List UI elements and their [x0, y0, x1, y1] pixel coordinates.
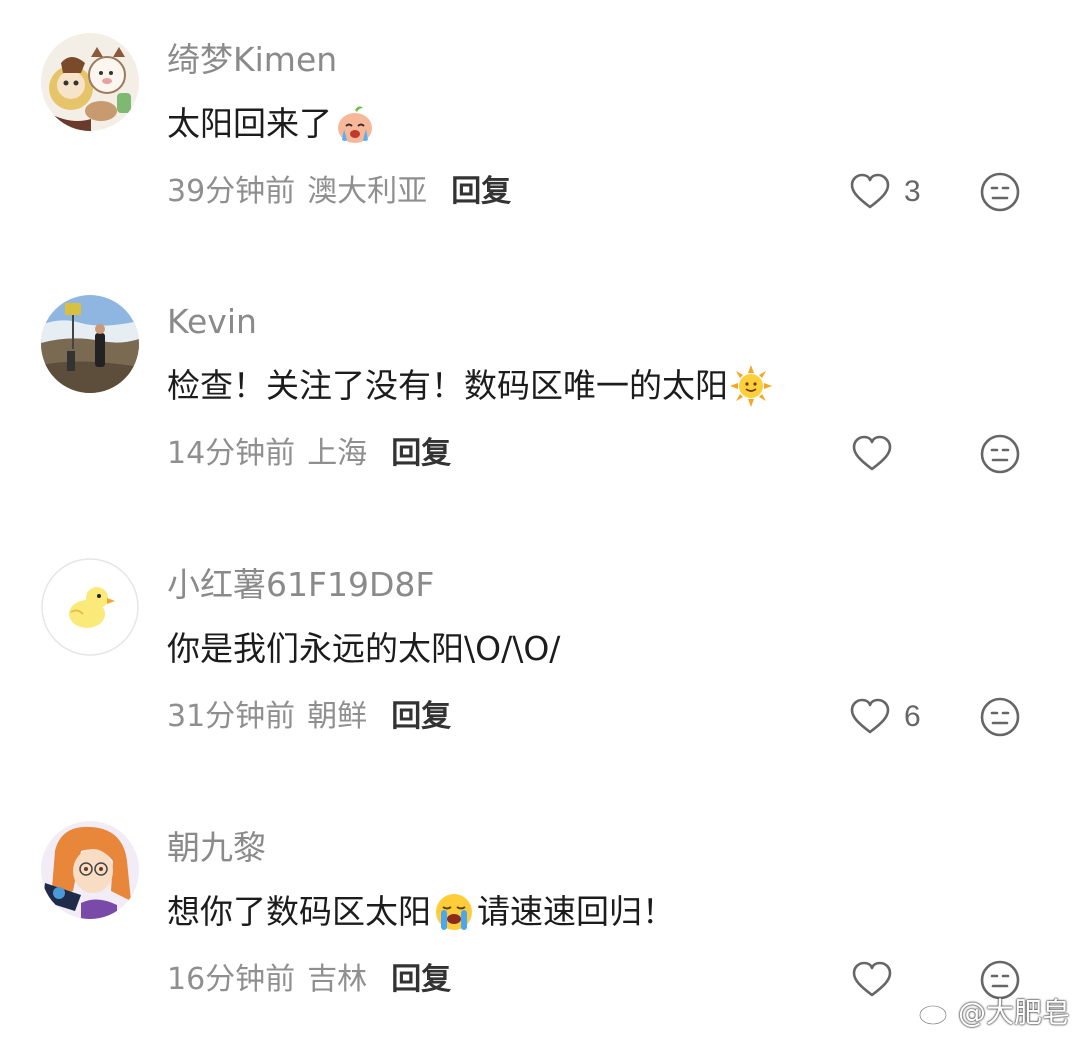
comment-text: 想你了数码区太阳 请速速回归！	[167, 890, 675, 934]
reply-button[interactable]: 回复	[391, 434, 451, 474]
comment-text: 你是我们永远的太阳\O/\O/	[167, 627, 560, 671]
comment-meta: 16分钟前 吉林 回复	[167, 960, 451, 1000]
like-count: 3	[904, 175, 921, 208]
loudly-crying-emoji	[436, 894, 472, 930]
comment-text-content: 太阳回来了	[167, 104, 332, 143]
comment-text-content: 你是我们永远的太阳\O/\O/	[167, 629, 561, 668]
reply-button[interactable]: 回复	[391, 960, 451, 1000]
comment-text-content: 检查！关注了没有！数码区唯一的太阳	[167, 366, 728, 405]
heart-icon	[852, 435, 892, 471]
username[interactable]: 绮梦Kimen	[167, 40, 337, 80]
heart-icon	[850, 173, 890, 209]
timestamp: 16分钟前	[167, 962, 296, 997]
sun-emoji	[730, 365, 772, 407]
like-button[interactable]: 3	[848, 170, 921, 214]
timestamp: 39分钟前	[167, 174, 296, 209]
comment-text: 太阳回来了	[167, 102, 378, 146]
dislike-icon[interactable]	[978, 432, 1022, 476]
avatar[interactable]	[41, 821, 139, 919]
like-button[interactable]	[850, 432, 906, 476]
comment-text-content: 想你了数码区太阳	[167, 892, 431, 931]
dislike-icon[interactable]	[978, 695, 1022, 739]
avatar[interactable]	[41, 558, 139, 656]
location: 吉林	[307, 962, 368, 997]
heart-icon	[852, 961, 892, 997]
watermark-text: @大肥皂	[958, 996, 1071, 1029]
username[interactable]: Kevin	[167, 302, 257, 342]
comment-meta: 31分钟前 朝鲜 回复	[167, 697, 451, 737]
dislike-icon[interactable]	[978, 170, 1022, 214]
location: 上海	[307, 436, 368, 471]
avatar[interactable]	[41, 33, 139, 131]
comment-item: 小红薯61F19D8F 你是我们永远的太阳\O/\O/ 31分钟前 朝鲜 回复 …	[0, 525, 1079, 787]
location: 澳大利亚	[307, 174, 428, 209]
comment-text: 检查！关注了没有！数码区唯一的太阳	[167, 364, 774, 408]
weibo-icon	[919, 1000, 951, 1025]
username[interactable]: 小红薯61F19D8F	[167, 565, 434, 605]
location: 朝鲜	[307, 699, 368, 734]
heart-icon	[850, 698, 890, 734]
comment-meta: 39分钟前 澳大利亚 回复	[167, 172, 511, 212]
comment-item: Kevin 检查！关注了没有！数码区唯一的太阳 14分钟前 上海 回复	[0, 262, 1079, 524]
comment-text-content-2: 请速速回归！	[477, 892, 675, 931]
username[interactable]: 朝九黎	[167, 828, 266, 868]
comment-item: 绮梦Kimen 太阳回来了 39分钟前 澳大利亚 回复 3	[0, 0, 1079, 262]
reply-button[interactable]: 回复	[391, 697, 451, 737]
reply-button[interactable]: 回复	[451, 172, 511, 212]
watermark: @大肥皂	[918, 993, 1070, 1029]
like-button[interactable]	[850, 958, 906, 1002]
timestamp: 14分钟前	[167, 436, 296, 471]
like-button[interactable]: 6	[848, 695, 921, 739]
like-count: 6	[904, 700, 921, 733]
avatar[interactable]	[41, 295, 139, 393]
timestamp: 31分钟前	[167, 699, 296, 734]
crying-face-emoji	[338, 106, 372, 143]
comment-meta: 14分钟前 上海 回复	[167, 434, 451, 474]
